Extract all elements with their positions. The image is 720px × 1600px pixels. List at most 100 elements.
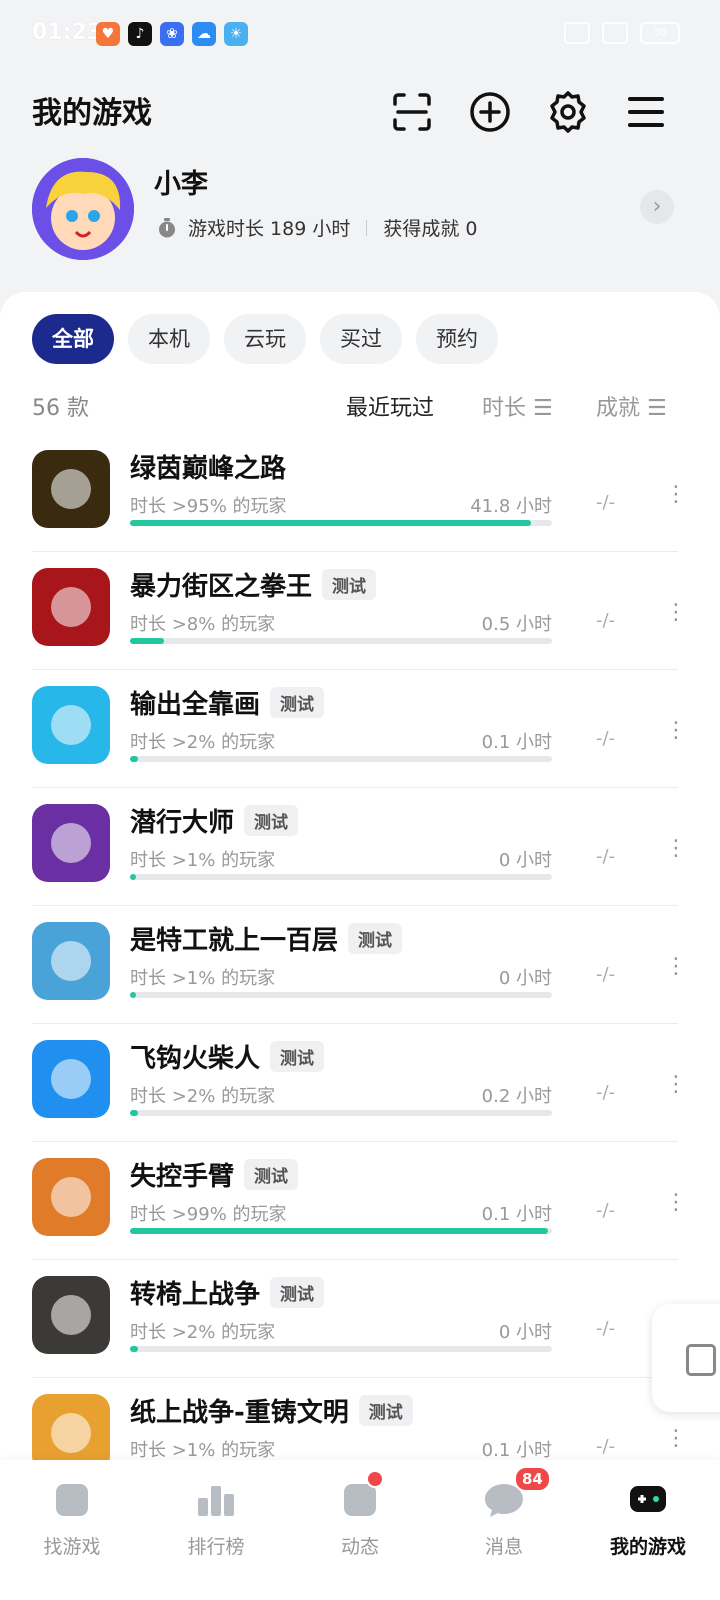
test-badge: 测试 bbox=[244, 1159, 299, 1190]
game-row[interactable]: 转椅上战争测试 时长 >2% 的玩家 0 小时 -/- ⋮ bbox=[0, 1260, 720, 1378]
game-name: 潜行大师 bbox=[130, 808, 235, 838]
game-title-row: 潜行大师 测试 bbox=[130, 802, 299, 839]
soccer-ball-icon[interactable] bbox=[32, 450, 110, 528]
playtime-progress-track bbox=[130, 1228, 552, 1234]
agent-icon[interactable] bbox=[32, 922, 110, 1000]
playtime-progress-track bbox=[130, 992, 552, 998]
test-badge: 测试 bbox=[348, 923, 403, 954]
chevron-right-icon[interactable]: › bbox=[640, 190, 674, 224]
nav-item[interactable]: 排行榜 bbox=[144, 1460, 288, 1600]
nav-item[interactable]: 动态 bbox=[288, 1460, 432, 1600]
achievement-value: -/- bbox=[596, 846, 616, 867]
ninja-icon[interactable] bbox=[32, 804, 110, 882]
more-options-icon[interactable]: ⋮ bbox=[665, 602, 687, 624]
game-row[interactable]: 绿茵巅峰之路 时长 >95% 的玩家 41.8 小时 -/- ⋮ bbox=[0, 434, 720, 552]
wifi-icon bbox=[602, 22, 628, 44]
game-row[interactable]: 失控手臂 测试 时长 >99% 的玩家 0.1 小时 -/- ⋮ bbox=[0, 1142, 720, 1260]
gamepad-icon bbox=[630, 1486, 666, 1512]
playtime-progress-fill bbox=[130, 992, 137, 998]
filter-all[interactable]: 全部 bbox=[32, 314, 114, 364]
sort-icon: ☰ bbox=[533, 396, 553, 421]
playtime-progress-track bbox=[130, 638, 552, 644]
game-title-row: 是特工就上一百层 测试 bbox=[130, 920, 403, 957]
playtime-hours: 0.1 小时 bbox=[481, 732, 552, 753]
divider bbox=[366, 219, 368, 236]
test-badge: 测试 bbox=[270, 1041, 325, 1072]
playtime-percentile: 时长 >1% 的玩家 bbox=[130, 1440, 276, 1461]
game-count: 56 款 bbox=[32, 396, 89, 421]
hook-stickman-icon[interactable] bbox=[32, 1040, 110, 1118]
avatar[interactable] bbox=[32, 158, 134, 260]
nav-item[interactable]: 84 消息 bbox=[432, 1460, 576, 1600]
game-name: 飞钩火柴人 bbox=[130, 1044, 261, 1074]
playtime-progress-track bbox=[130, 1110, 552, 1116]
playtime-progress-track bbox=[130, 1346, 552, 1352]
scan-icon[interactable] bbox=[390, 90, 434, 134]
sort-achievements-label: 成就 bbox=[596, 396, 641, 421]
more-options-icon[interactable]: ⋮ bbox=[665, 1074, 687, 1096]
filter-reserved[interactable]: 预约 bbox=[416, 314, 498, 364]
achievement-value: -/- bbox=[596, 1318, 616, 1339]
playtime-progress-fill bbox=[130, 1228, 548, 1234]
settings-gear-icon[interactable] bbox=[546, 90, 590, 134]
nav-item[interactable]: 找游戏 bbox=[0, 1460, 144, 1600]
filter-local[interactable]: 本机 bbox=[128, 314, 210, 364]
sort-achievements[interactable]: 成就 ☰ bbox=[596, 390, 667, 422]
notification-dot bbox=[366, 1470, 384, 1488]
game-row[interactable]: 飞钩火柴人 测试 时长 >2% 的玩家 0.2 小时 -/- ⋮ bbox=[0, 1024, 720, 1142]
more-options-icon[interactable]: ⋮ bbox=[665, 1192, 687, 1214]
playtime-percentile: 时长 >2% 的玩家 bbox=[130, 732, 276, 753]
battery-icon: 30 bbox=[640, 22, 680, 44]
fist-icon[interactable] bbox=[32, 568, 110, 646]
notification-app-icon: ♪ bbox=[128, 22, 152, 46]
achievement-value: -/- bbox=[596, 1436, 616, 1457]
more-options-icon[interactable]: ⋮ bbox=[665, 720, 687, 742]
arm-icon[interactable] bbox=[32, 1158, 110, 1236]
games-card: 全部 本机 云玩 买过 预约 56 款 最近玩过 时长 ☰ 成就 ☰ 绿茵巅峰之… bbox=[0, 292, 720, 1496]
status-system-icons: 30 bbox=[564, 22, 680, 44]
playtime-hours: 0.1 小时 bbox=[481, 1204, 552, 1225]
filter-purchased[interactable]: 买过 bbox=[320, 314, 402, 364]
playtime-percentile: 时长 >95% 的玩家 bbox=[130, 496, 287, 517]
achievement-value: -/- bbox=[596, 1200, 616, 1221]
playtime-progress-track bbox=[130, 874, 552, 880]
achievement-value: -/- bbox=[596, 610, 616, 631]
stickman-icon[interactable] bbox=[32, 686, 110, 764]
sort-playtime[interactable]: 时长 ☰ bbox=[482, 390, 553, 422]
game-row[interactable]: 潜行大师 测试 时长 >1% 的玩家 0 小时 -/- ⋮ bbox=[0, 788, 720, 906]
achievement-value: -/- bbox=[596, 1082, 616, 1103]
filter-tabs: 全部 本机 云玩 买过 预约 bbox=[32, 314, 498, 364]
more-options-icon[interactable]: ⋮ bbox=[665, 1428, 687, 1450]
office-chair-icon[interactable] bbox=[32, 1276, 110, 1354]
sort-icon: ☰ bbox=[647, 396, 667, 421]
game-name: 转椅上战争 bbox=[130, 1280, 261, 1310]
playtime-progress-fill bbox=[130, 520, 531, 526]
stopwatch-icon bbox=[159, 217, 175, 237]
message-count-badge: 84 bbox=[514, 1466, 551, 1492]
game-name: 失控手臂 bbox=[130, 1162, 235, 1192]
game-row[interactable]: 暴力街区之拳王 测试 时长 >8% 的玩家 0.5 小时 -/- ⋮ bbox=[0, 552, 720, 670]
playtime-progress-track bbox=[130, 756, 552, 762]
playtime-progress-track bbox=[130, 520, 552, 526]
game-name: 纸上战争-重铸文明 bbox=[130, 1398, 349, 1428]
nav-item[interactable]: 我的游戏 bbox=[576, 1460, 720, 1600]
download-float-button[interactable] bbox=[652, 1304, 720, 1412]
game-name: 暴力街区之拳王 bbox=[130, 572, 313, 602]
username: 小李 bbox=[154, 169, 208, 200]
playtime-hours: 0 小时 bbox=[498, 1322, 552, 1343]
game-title-row: 飞钩火柴人 测试 bbox=[130, 1038, 325, 1075]
game-row[interactable]: 是特工就上一百层 测试 时长 >1% 的玩家 0 小时 -/- ⋮ bbox=[0, 906, 720, 1024]
sort-recent[interactable]: 最近玩过 bbox=[346, 390, 434, 422]
achievement-value: -/- bbox=[596, 492, 616, 513]
more-options-icon[interactable]: ⋮ bbox=[665, 838, 687, 860]
more-options-icon[interactable]: ⋮ bbox=[665, 484, 687, 506]
more-options-icon[interactable]: ⋮ bbox=[665, 956, 687, 978]
game-row[interactable]: 输出全靠画 测试 时长 >2% 的玩家 0.1 小时 -/- ⋮ bbox=[0, 670, 720, 788]
achievement-value: -/- bbox=[596, 728, 616, 749]
add-icon[interactable] bbox=[468, 90, 512, 134]
playtime-percentile: 时长 >8% 的玩家 bbox=[130, 614, 276, 635]
menu-icon[interactable] bbox=[624, 90, 668, 134]
filter-cloud[interactable]: 云玩 bbox=[224, 314, 306, 364]
playtime-text: 游戏时长 189 小时 bbox=[188, 218, 351, 240]
game-name: 绿茵巅峰之路 bbox=[130, 454, 287, 484]
